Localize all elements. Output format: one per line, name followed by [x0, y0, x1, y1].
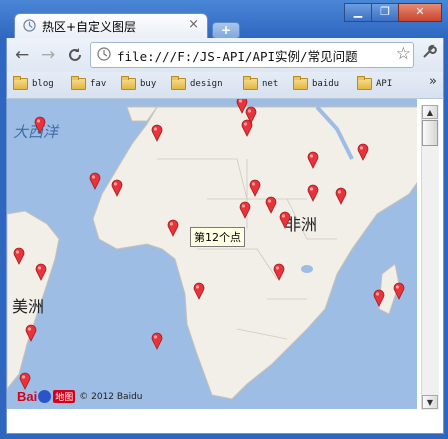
map-marker-icon[interactable]: [279, 211, 291, 229]
map-marker-icon[interactable]: [393, 282, 405, 300]
scroll-thumb[interactable]: [422, 120, 438, 146]
folder-icon: [293, 76, 308, 90]
map-copyright: Bai 地图 © 2012 Baidu: [17, 389, 142, 404]
bookmark-folder[interactable]: API: [357, 76, 392, 90]
map-marker-icon[interactable]: [13, 247, 25, 265]
map-marker-icon[interactable]: [19, 372, 31, 390]
bookmark-folder[interactable]: baidu: [293, 76, 339, 90]
page-icon: [23, 19, 36, 32]
browser-window: ▁ ❐ ✕ 热区+自定义图层 × + ← → file:///F:/JS-API…: [0, 0, 448, 439]
tab-title: 热区+自定义图层: [42, 20, 137, 34]
folder-icon: [243, 76, 258, 90]
new-tab-button[interactable]: +: [212, 22, 240, 39]
map-marker-icon[interactable]: [373, 289, 385, 307]
bookmarks-bar: blog fav buy design net baidu API »: [6, 72, 444, 99]
map[interactable]: 大西洋 非洲 美洲 第12个点 Bai 地图 © 2012 Baidu: [7, 99, 417, 409]
reload-icon[interactable]: [67, 47, 83, 63]
map-marker-icon[interactable]: [265, 196, 277, 214]
baidu-paw-icon: [38, 390, 52, 403]
vertical-scrollbar[interactable]: ▲ ▼: [421, 105, 439, 410]
window-controls: ▁ ❐ ✕: [344, 3, 442, 22]
map-marker-icon[interactable]: [249, 179, 261, 197]
page-icon: [97, 47, 111, 61]
map-marker-icon[interactable]: [273, 263, 285, 281]
page-footer-area: [7, 410, 419, 432]
bookmark-folder[interactable]: buy: [121, 76, 156, 90]
map-marker-icon[interactable]: [151, 124, 163, 142]
close-window-button[interactable]: ✕: [398, 3, 442, 22]
url-text: file:///F:/JS-API/API实例/常见问题: [117, 49, 358, 64]
bookmark-star-icon[interactable]: ☆: [396, 44, 411, 64]
folder-icon: [171, 76, 186, 90]
map-marker-icon[interactable]: [25, 324, 37, 342]
map-land: [7, 105, 417, 400]
marker-tooltip: 第12个点: [190, 227, 245, 247]
map-marker-icon[interactable]: [111, 179, 123, 197]
map-marker-icon[interactable]: [335, 187, 347, 205]
restore-button[interactable]: ❐: [371, 3, 399, 22]
bookmark-folder[interactable]: blog: [13, 76, 54, 90]
minimize-button[interactable]: ▁: [344, 3, 372, 22]
map-marker-icon[interactable]: [193, 282, 205, 300]
map-marker-icon[interactable]: [357, 143, 369, 161]
page-content: 大西洋 非洲 美洲 第12个点 Bai 地图 © 2012 Baidu ▲ ▼: [6, 99, 444, 434]
folder-icon: [357, 76, 372, 90]
copyright-text: © 2012 Baidu: [79, 391, 143, 402]
folder-icon: [71, 76, 86, 90]
map-marker-icon[interactable]: [239, 201, 251, 219]
map-marker-icon[interactable]: [151, 332, 163, 350]
map-marker-icon[interactable]: [307, 151, 319, 169]
map-marker-icon[interactable]: [89, 172, 101, 190]
forward-icon[interactable]: →: [41, 45, 55, 65]
toolbar: ← → file:///F:/JS-API/API实例/常见问题 ☆: [6, 38, 444, 72]
baidu-logo: Bai: [17, 389, 38, 404]
bookmark-folder[interactable]: design: [171, 76, 223, 90]
folder-icon: [13, 76, 28, 90]
bookmark-folder[interactable]: net: [243, 76, 278, 90]
map-marker-icon[interactable]: [34, 116, 46, 134]
tab-close-icon[interactable]: ×: [188, 17, 199, 32]
scroll-down-button[interactable]: ▼: [422, 395, 438, 409]
back-icon[interactable]: ←: [15, 45, 29, 65]
scroll-up-button[interactable]: ▲: [422, 105, 438, 119]
map-marker-icon[interactable]: [307, 184, 319, 202]
folder-icon: [121, 76, 136, 90]
baidu-map-logo: 地图: [53, 390, 76, 403]
america-label: 美洲: [12, 297, 45, 316]
more-bookmarks-icon[interactable]: »: [429, 74, 437, 89]
address-bar[interactable]: file:///F:/JS-API/API实例/常见问题 ☆: [90, 42, 414, 68]
map-marker-icon[interactable]: [167, 219, 179, 237]
bookmark-folder[interactable]: fav: [71, 76, 106, 90]
browser-tab[interactable]: 热区+自定义图层 ×: [14, 13, 208, 39]
wrench-icon[interactable]: [421, 44, 437, 60]
map-marker-icon[interactable]: [245, 106, 257, 124]
map-marker-icon[interactable]: [35, 263, 47, 281]
